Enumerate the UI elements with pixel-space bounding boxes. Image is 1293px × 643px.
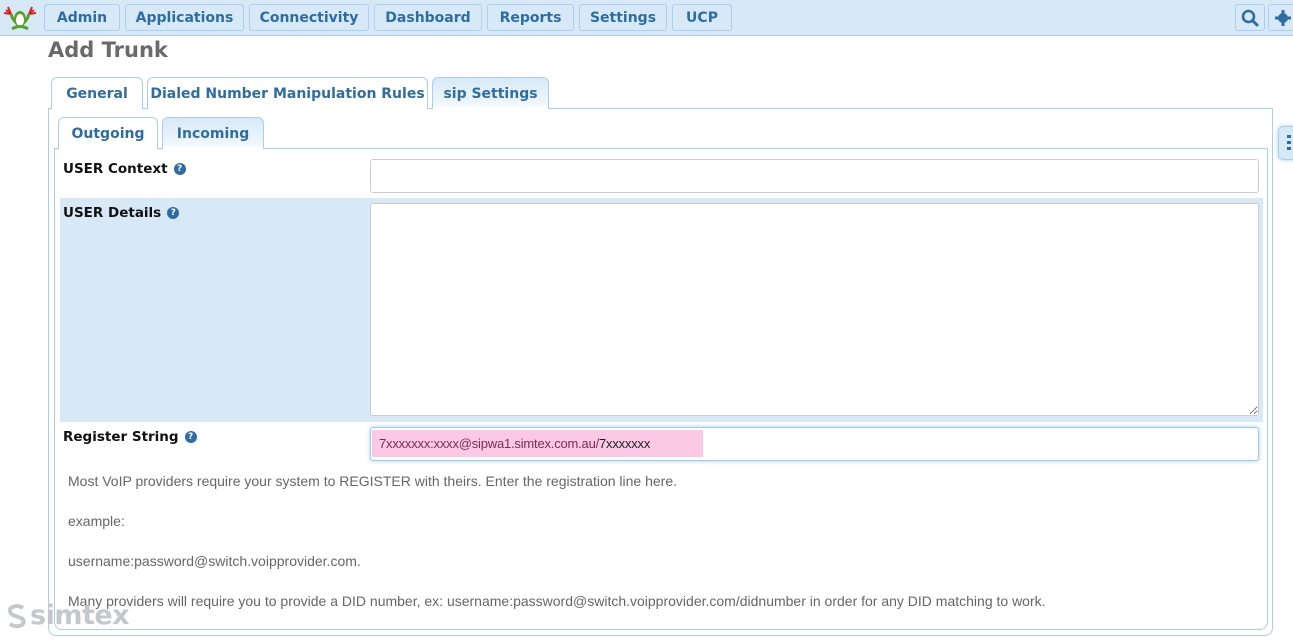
subtab-outgoing[interactable]: Outgoing xyxy=(58,117,158,149)
register-string-value[interactable]: 7xxxxxxx:xxxx@sipwa1.simtex.com.au/7xxxx… xyxy=(372,430,703,457)
help-text-line: username:password@switch.voipprovider.co… xyxy=(68,553,361,569)
subtab-incoming[interactable]: Incoming xyxy=(162,117,264,149)
nav-applications[interactable]: Applications xyxy=(125,4,244,31)
help-text-line: Many providers will require you to provi… xyxy=(68,593,1046,609)
list-icon xyxy=(1287,135,1291,150)
user-context-input[interactable] xyxy=(370,159,1259,193)
help-text-line: Most VoIP providers require your system … xyxy=(68,473,677,489)
simtex-watermark: simtex xyxy=(6,600,130,631)
simtex-watermark-text: simtex xyxy=(30,600,130,631)
register-string-value-suffix: 7xxxxxxx xyxy=(599,436,651,451)
help-icon[interactable]: ? xyxy=(184,431,197,443)
search-button[interactable] xyxy=(1235,4,1265,31)
register-string-label: Register String ? xyxy=(63,429,197,445)
user-details-textarea[interactable] xyxy=(370,203,1259,416)
frog-logo-icon[interactable] xyxy=(2,4,38,32)
user-context-label: USER Context ? xyxy=(63,161,186,177)
simtex-logo-icon xyxy=(7,603,26,628)
nav-admin[interactable]: Admin xyxy=(44,4,120,31)
help-icon[interactable]: ? xyxy=(173,163,186,175)
tab-sip-settings[interactable]: sip Settings xyxy=(432,77,549,109)
help-icon[interactable]: ? xyxy=(167,207,180,219)
search-icon xyxy=(1241,9,1259,26)
nav-reports[interactable]: Reports xyxy=(487,4,574,31)
page-title: Add Trunk xyxy=(48,38,168,62)
register-string-value-prefix: 7xxxxxxx:xxxx@sipwa1.simtex.com.au/ xyxy=(379,436,600,451)
settings-button[interactable] xyxy=(1268,4,1293,31)
register-string-label-text: Register String xyxy=(63,429,179,445)
gear-icon xyxy=(1275,9,1291,26)
top-nav-bar: Admin Applications Connectivity Dashboar… xyxy=(0,0,1293,36)
help-text-line: example: xyxy=(68,513,125,529)
nav-connectivity[interactable]: Connectivity xyxy=(249,4,369,31)
tab-general[interactable]: General xyxy=(51,77,143,109)
side-panel-toggle[interactable] xyxy=(1278,126,1293,160)
user-details-label-text: USER Details xyxy=(63,205,162,221)
user-context-label-text: USER Context xyxy=(63,161,168,177)
nav-dashboard[interactable]: Dashboard xyxy=(374,4,482,31)
user-details-label: USER Details ? xyxy=(63,205,180,221)
nav-settings[interactable]: Settings xyxy=(579,4,667,31)
tab-dialed-number-manipulation-rules[interactable]: Dialed Number Manipulation Rules xyxy=(147,77,428,109)
nav-ucp[interactable]: UCP xyxy=(672,4,732,31)
